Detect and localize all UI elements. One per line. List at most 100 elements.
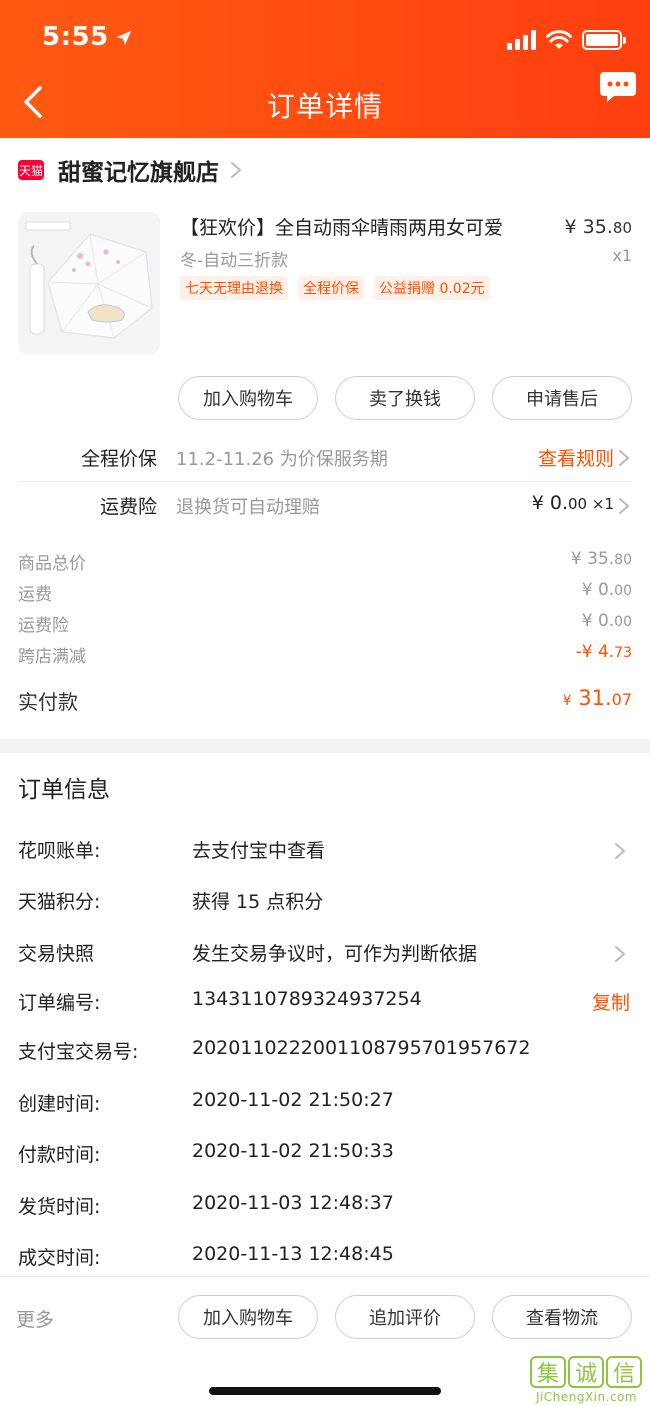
info-label: 支付宝交易号: [18,1041,139,1063]
product-image[interactable] [18,212,160,354]
info-label: 花呗账单: [18,840,101,862]
info-value: 2020-11-13 12:48:45 [192,1243,394,1265]
info-value: 去支付宝中查看 [192,840,326,862]
summary-value: ¥ 0.00 [582,580,632,600]
home-indicator[interactable] [209,1387,441,1395]
page-title: 订单详情 [266,90,383,123]
battery-icon [582,30,626,50]
chevron-right-icon [619,498,630,514]
paid-amount-currency: ¥ [562,693,572,709]
info-row-huabei-bill[interactable]: 花呗账单: 去支付宝中查看 [0,836,650,866]
shipping-insurance-qty: ×1 [587,495,614,513]
summary-value: ¥ 0.00 [582,611,632,631]
add-to-cart-button[interactable]: 加入购物车 [178,376,318,420]
paid-amount-value: ¥ 31.07 [563,686,632,710]
info-label: 发货时间: [18,1196,101,1218]
after-sale-button[interactable]: 申请售后 [492,376,632,420]
info-value: 发生交易争议时，可作为判断依据 [192,943,478,965]
product-quantity: x1 [612,246,632,265]
view-rules-link[interactable]: 查看规则 [538,444,614,471]
info-label: 成交时间: [18,1247,101,1269]
info-row-completed-time: 成交时间: 2020-11-13 12:48:45 [0,1243,650,1273]
price-protection-label: 全程价保 [80,448,157,470]
summary-value-dec: 00 [614,583,632,599]
summary-row-goods-total: 商品总价 ¥ 35.80 [18,549,632,575]
summary-value: -¥ 4.73 [576,642,632,662]
watermark-glyph: 信 [606,1356,642,1388]
view-logistics-button[interactable]: 查看物流 [492,1295,632,1339]
summary-label: 跨店满减 [18,647,86,667]
info-value: 2020-11-03 12:48:37 [192,1192,394,1214]
info-value: 1343110789324937254 [192,988,422,1010]
chevron-right-icon [231,162,242,178]
info-label: 订单编号: [18,992,101,1014]
product-price-dec: 80 [612,219,632,237]
chat-bubble-icon[interactable] [598,68,638,108]
info-label: 付款时间: [18,1144,101,1166]
tag-price-protection: 全程价保 [298,276,364,300]
sell-button[interactable]: 卖了换钱 [335,376,475,420]
shipping-insurance-row[interactable]: 运费险 退换货可自动理赔 ¥ 0.00 ×1 [0,482,650,528]
chevron-right-icon [615,843,626,859]
copy-button[interactable]: 复制 [592,988,630,1015]
summary-row-discount: 跨店满减 -¥ 4.73 [18,642,632,668]
summary-label: 运费险 [18,616,69,636]
add-to-cart-button[interactable]: 加入购物车 [178,1295,318,1339]
info-row-paid-time: 付款时间: 2020-11-02 21:50:33 [0,1140,650,1170]
summary-label: 运费 [18,585,52,605]
product-price-int: ¥ 35. [564,216,613,238]
summary-value-int: -¥ 4. [575,642,615,662]
tmall-badge: 天猫 [18,160,44,180]
more-button[interactable]: 更多 [16,1305,54,1332]
info-row-alipay-trade-no: 支付宝交易号: 2020110222001108795701957672 [0,1037,650,1067]
shop-name[interactable]: 甜蜜记忆旗舰店 [58,153,219,187]
info-row-shipped-time: 发货时间: 2020-11-03 12:48:37 [0,1192,650,1222]
summary-label: 商品总价 [18,554,86,574]
watermark-logo: 集 诚 信 JiChengXin.com [530,1356,648,1406]
product-title[interactable]: 【狂欢价】全自动雨伞晴雨两用女可爱 [180,213,540,240]
info-row-tmall-points: 天猫积分: 获得 15 点积分 [0,887,650,917]
shop-row[interactable]: 天猫 甜蜜记忆旗舰店 [0,148,650,192]
chevron-right-icon [615,946,626,962]
wifi-icon [546,30,572,49]
add-review-button[interactable]: 追加评价 [335,1295,475,1339]
summary-value-dec: 80 [614,552,632,568]
status-time-text: 5:55 [42,22,109,52]
summary-value-int: ¥ 0. [581,611,615,631]
info-row-created-time: 创建时间: 2020-11-02 21:50:27 [0,1089,650,1119]
shipping-insurance-label: 运费险 [99,496,157,518]
chevron-right-icon [619,450,630,466]
section-separator [0,739,650,753]
price-protection-row[interactable]: 全程价保 11.2-11.26 为价保服务期 查看规则 [0,434,650,480]
watermark-url: JiChengXin.com [536,1390,638,1404]
info-value: 2020110222001108795701957672 [192,1037,531,1059]
info-value: 2020-11-02 21:50:33 [192,1140,394,1162]
summary-value: ¥ 35.80 [571,549,632,569]
info-value: 2020-11-02 21:50:27 [192,1089,394,1111]
paid-amount-dec: 07 [611,690,632,709]
product-action-buttons: 加入购物车 卖了换钱 申请售后 [178,376,632,420]
order-info-title: 订单信息 [18,777,110,803]
info-row-trade-snapshot[interactable]: 交易快照 发生交易争议时，可作为判断依据 [0,939,650,969]
shipping-insurance-int: ¥ 0. [531,492,569,514]
summary-row-shipping: 运费 ¥ 0.00 [18,580,632,606]
cellular-signal-icon [507,30,536,50]
product-sku: 冬-自动三折款 [180,251,289,271]
info-row-order-number: 订单编号: 1343110789324937254 复制 [0,988,650,1018]
watermark-glyph: 诚 [568,1356,604,1388]
shipping-insurance-desc: 退换货可自动理赔 [176,497,320,518]
summary-value-dec: 73 [614,645,632,661]
summary-row-shipping-insurance: 运费险 ¥ 0.00 [18,611,632,637]
top-header: 5:55 订单详情 [0,0,650,138]
summary-value-int: ¥ 0. [581,580,615,600]
tag-charity-donation: 公益捐赠 0.02元 [374,276,490,300]
summary-value-int: ¥ 35. [570,549,615,569]
summary-value-dec: 00 [614,614,632,630]
status-time: 5:55 [42,22,133,52]
shipping-insurance-dec: 00 [568,495,588,513]
info-label: 天猫积分: [18,891,101,913]
service-tags: 七天无理由退换 全程价保 公益捐赠 0.02元 [180,276,490,300]
product-price: ¥ 35.80 [565,216,632,238]
umbrella-product-illustration [18,212,160,354]
paid-amount-int: 31. [571,686,612,710]
